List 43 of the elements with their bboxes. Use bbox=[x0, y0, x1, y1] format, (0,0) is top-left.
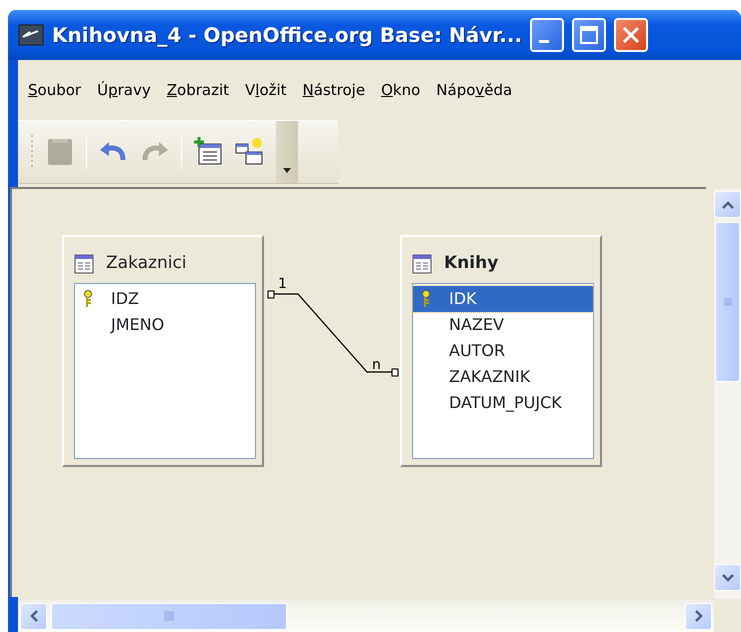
field-row[interactable]: NAZEV bbox=[413, 312, 593, 338]
field-row[interactable]: IDK bbox=[413, 286, 593, 312]
caret-icon bbox=[283, 168, 291, 173]
toolbar-grip[interactable] bbox=[30, 135, 34, 169]
menu-item[interactable]: Zobrazit bbox=[158, 78, 237, 102]
scroll-thumb[interactable] bbox=[715, 222, 740, 382]
field-row[interactable]: JMENO bbox=[75, 312, 255, 338]
scroll-left-button[interactable] bbox=[20, 602, 47, 630]
field-row[interactable]: DATUM_PUJCK bbox=[413, 390, 593, 416]
scroll-right-button[interactable] bbox=[685, 602, 712, 630]
scroll-thumb[interactable] bbox=[51, 602, 287, 630]
window-title: Knihovna_4 - OpenOffice.org Base: Návr... bbox=[52, 22, 522, 49]
menu-item[interactable]: Nástroje bbox=[294, 78, 374, 102]
menu-item[interactable]: Nápověda bbox=[428, 78, 520, 102]
cardinality-label: 1 bbox=[278, 276, 287, 292]
table-window[interactable]: Zakaznici IDZ JMENO bbox=[62, 235, 264, 467]
horizontal-scrollbar[interactable] bbox=[18, 600, 714, 632]
menu-item[interactable]: Okno bbox=[373, 78, 428, 102]
maximize-icon bbox=[580, 26, 598, 44]
menu-item[interactable]: Vložit bbox=[237, 78, 295, 102]
close-button[interactable] bbox=[614, 18, 648, 52]
menu-item[interactable]: Soubor bbox=[20, 78, 90, 102]
field-row[interactable]: IDZ bbox=[75, 286, 255, 312]
minimize-icon bbox=[539, 40, 550, 42]
table-icon bbox=[412, 254, 432, 274]
scroll-down-button[interactable] bbox=[714, 564, 741, 591]
maximize-button[interactable] bbox=[572, 18, 606, 52]
table-window[interactable]: Knihy IDK NAZEV AUTOR ZAKAZNIK DATUM_PUJCK bbox=[400, 235, 602, 467]
close-icon bbox=[622, 26, 640, 44]
field-row[interactable]: ZAKAZNIK bbox=[413, 364, 593, 390]
menu-item[interactable]: Úpravy bbox=[89, 78, 159, 102]
field-row[interactable]: AUTOR bbox=[413, 338, 593, 364]
grip-icon bbox=[164, 611, 174, 621]
table-title: Zakaznici bbox=[106, 252, 187, 276]
vertical-scrollbar[interactable] bbox=[714, 189, 741, 599]
cardinality-label: n bbox=[372, 357, 381, 373]
app-icon bbox=[18, 23, 44, 47]
table-title: Knihy bbox=[444, 252, 498, 276]
minimize-button[interactable] bbox=[530, 18, 564, 52]
table-icon bbox=[74, 254, 94, 274]
scroll-up-button[interactable] bbox=[714, 191, 741, 218]
grip-icon bbox=[724, 298, 732, 306]
relation-line[interactable] bbox=[268, 290, 398, 376]
